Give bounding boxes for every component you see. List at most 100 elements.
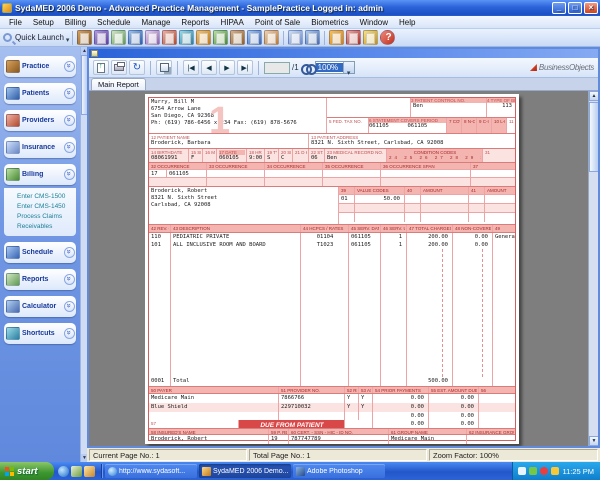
tray-update-icon[interactable]	[551, 467, 559, 475]
expand-chevron-icon[interactable]	[64, 328, 75, 339]
first-page-button[interactable]	[183, 60, 199, 75]
maximize-button[interactable]: □	[568, 2, 582, 14]
zoom-combobox[interactable]: 100%	[315, 61, 355, 74]
export-claims-icon[interactable]	[288, 30, 303, 45]
internet-explorer-icon[interactable]	[58, 466, 69, 477]
scroll-down-arrow[interactable]: ▼	[589, 436, 598, 446]
link-enter-cms-1500[interactable]: Enter CMS-1500	[17, 192, 74, 202]
occurrence-a-code: 17	[149, 170, 167, 177]
export-button[interactable]	[93, 60, 109, 75]
value-amount-a: 50.00	[355, 195, 405, 203]
value-code-a: 01	[339, 195, 355, 203]
refresh-button[interactable]	[129, 60, 145, 75]
ledger-icon[interactable]	[213, 30, 228, 45]
quick-launch-button[interactable]: Quick Launch	[15, 33, 64, 42]
expand-chevron-icon[interactable]	[64, 274, 75, 285]
quick-launch-dropdown-icon[interactable]	[66, 29, 70, 47]
settings-list-icon[interactable]	[305, 30, 320, 45]
sidebar-item-practice[interactable]: Practice	[4, 56, 76, 77]
report-toolbar: /1 100% BusinessObjects	[89, 58, 598, 78]
print-button[interactable]	[111, 60, 127, 75]
media-player-icon[interactable]	[84, 466, 95, 477]
menu-billing[interactable]: Billing	[60, 17, 91, 28]
zoom-dropdown-icon[interactable]	[343, 62, 354, 73]
sidebar-item-schedule[interactable]: Schedule	[4, 242, 76, 263]
expand-chevron-icon[interactable]	[64, 142, 75, 153]
page-number-input[interactable]	[264, 62, 290, 74]
sidebar-item-insurance[interactable]: Insurance	[4, 137, 76, 158]
sidebar-item-patients[interactable]: Patients	[4, 83, 76, 104]
link-enter-cms-1450[interactable]: Enter CMS-1450	[17, 202, 74, 212]
patient-lookup-icon[interactable]	[128, 30, 143, 45]
tray-antivirus-icon[interactable]	[540, 467, 548, 475]
start-button[interactable]: start	[0, 462, 54, 480]
monitor-icon[interactable]	[346, 30, 361, 45]
patient-name: 12 PATIENT NAME Broderick, Barbara	[149, 134, 309, 148]
tray-network-icon[interactable]	[529, 467, 537, 475]
menu-window[interactable]: Window	[355, 17, 393, 28]
task-browser[interactable]: http://www.sydasoft...	[105, 464, 197, 478]
last-page-button[interactable]	[237, 60, 253, 75]
claims-folder-icon[interactable]	[230, 30, 245, 45]
application-window: SydaMED 2006 Demo - Advanced Practice Ma…	[0, 0, 600, 480]
sidebar-item-reports[interactable]: Reports	[4, 269, 76, 290]
group-tree-toggle-button[interactable]	[156, 60, 172, 75]
security-lock-icon[interactable]	[363, 30, 378, 45]
scroll-up-arrow[interactable]: ▲	[589, 91, 598, 101]
show-desktop-icon[interactable]	[71, 466, 82, 477]
staff-icon[interactable]	[264, 30, 279, 45]
practice-icon	[6, 60, 20, 73]
menu-manage[interactable]: Manage	[137, 17, 176, 28]
task-sydamed[interactable]: SydaMED 2006 Demo...	[199, 464, 291, 478]
report-viewer-window: /1 100% BusinessObjects Main Report 1	[87, 47, 600, 448]
status-zoom-factor: Zoom Factor: 100%	[429, 449, 598, 461]
tray-volume-icon[interactable]	[518, 467, 526, 475]
expand-chevron-icon[interactable]	[64, 301, 75, 312]
tab-main-report[interactable]: Main Report	[91, 78, 146, 90]
menu-file[interactable]: File	[4, 17, 27, 28]
close-button[interactable]: ×	[584, 2, 598, 14]
expand-chevron-icon[interactable]	[64, 61, 75, 72]
eligibility-icon[interactable]	[179, 30, 194, 45]
sidebar-item-calculator[interactable]: Calculator	[4, 296, 76, 317]
charges-total-row: 0001 Total 500.00	[149, 377, 515, 387]
scrollbar-thumb[interactable]	[589, 102, 598, 172]
sidebar-item-providers[interactable]: Providers	[4, 110, 76, 131]
menu-hipaa[interactable]: HIPAA	[215, 17, 248, 28]
superbill-icon[interactable]	[111, 30, 126, 45]
toolbar-separator	[72, 31, 73, 45]
link-receivables[interactable]: Receivables	[17, 222, 74, 232]
expand-chevron-icon[interactable]	[64, 115, 75, 126]
messaging-icon[interactable]	[247, 30, 262, 45]
previous-page-button[interactable]	[201, 60, 217, 75]
report-vertical-scrollbar[interactable]: ▲ ▼	[588, 91, 598, 446]
cpt-codes-icon[interactable]	[77, 30, 92, 45]
menu-schedule[interactable]: Schedule	[92, 17, 135, 28]
task-photoshop[interactable]: Adobe Photoshop	[293, 464, 385, 478]
patient-account-icon[interactable]	[162, 30, 177, 45]
menu-reports[interactable]: Reports	[176, 17, 214, 28]
minimize-button[interactable]: _	[552, 2, 566, 14]
sex: 15 SEXF	[189, 149, 203, 162]
find-text-icon[interactable]	[301, 64, 313, 72]
link-process-claims[interactable]: Process Claims	[17, 212, 74, 222]
payment-entry-icon[interactable]	[196, 30, 211, 45]
expand-chevron-icon[interactable]	[64, 247, 75, 258]
menu-biometrics[interactable]: Biometrics	[306, 17, 353, 28]
report-tab-bar: Main Report	[89, 78, 598, 91]
next-page-button[interactable]	[219, 60, 235, 75]
sidebar-item-shortcuts[interactable]: Shortcuts	[4, 323, 76, 344]
help-icon[interactable]	[380, 30, 395, 45]
expand-chevron-icon[interactable]	[64, 88, 75, 99]
collapse-chevron-icon[interactable]	[64, 169, 75, 180]
menu-help[interactable]: Help	[394, 17, 420, 28]
menu-setup[interactable]: Setup	[28, 17, 59, 28]
toolbar-separator	[283, 31, 284, 45]
icd-codes-icon[interactable]	[94, 30, 109, 45]
sidebar-scrollbar[interactable]: ▲ ▼	[80, 47, 87, 462]
sidebar-item-billing[interactable]: Billing	[4, 164, 76, 185]
reports-chart-icon[interactable]	[329, 30, 344, 45]
menu-point-of-sale[interactable]: Point of Sale	[250, 17, 305, 28]
box2	[327, 98, 411, 117]
patient-chart-icon[interactable]	[145, 30, 160, 45]
